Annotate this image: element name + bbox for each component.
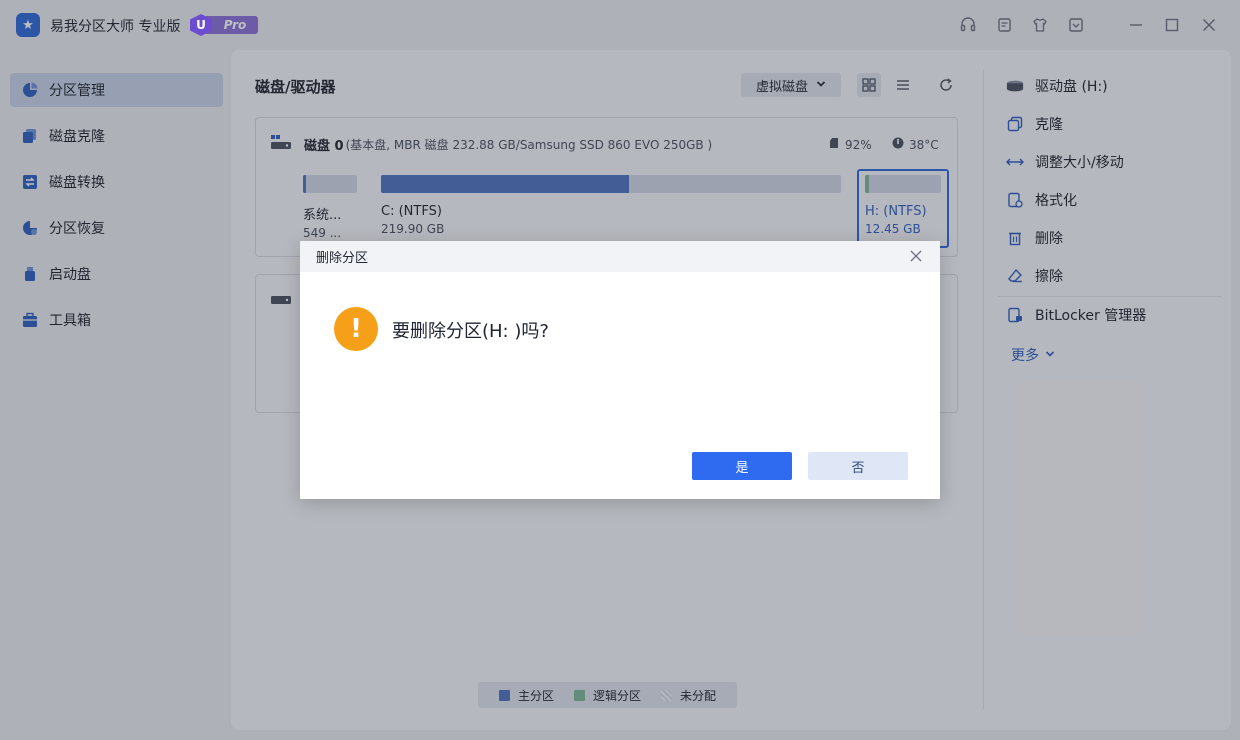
warning-icon: ! — [334, 307, 378, 351]
yes-button[interactable]: 是 — [692, 452, 792, 480]
dialog-header: 删除分区 — [300, 241, 940, 272]
dialog-close-icon[interactable] — [908, 248, 924, 264]
dialog-title: 删除分区 — [316, 251, 369, 266]
dialog-message: 要删除分区(H: )吗? — [392, 321, 549, 342]
no-button[interactable]: 否 — [808, 452, 908, 480]
delete-partition-dialog: 删除分区 ! 要删除分区(H: )吗? 是 否 — [300, 241, 940, 499]
